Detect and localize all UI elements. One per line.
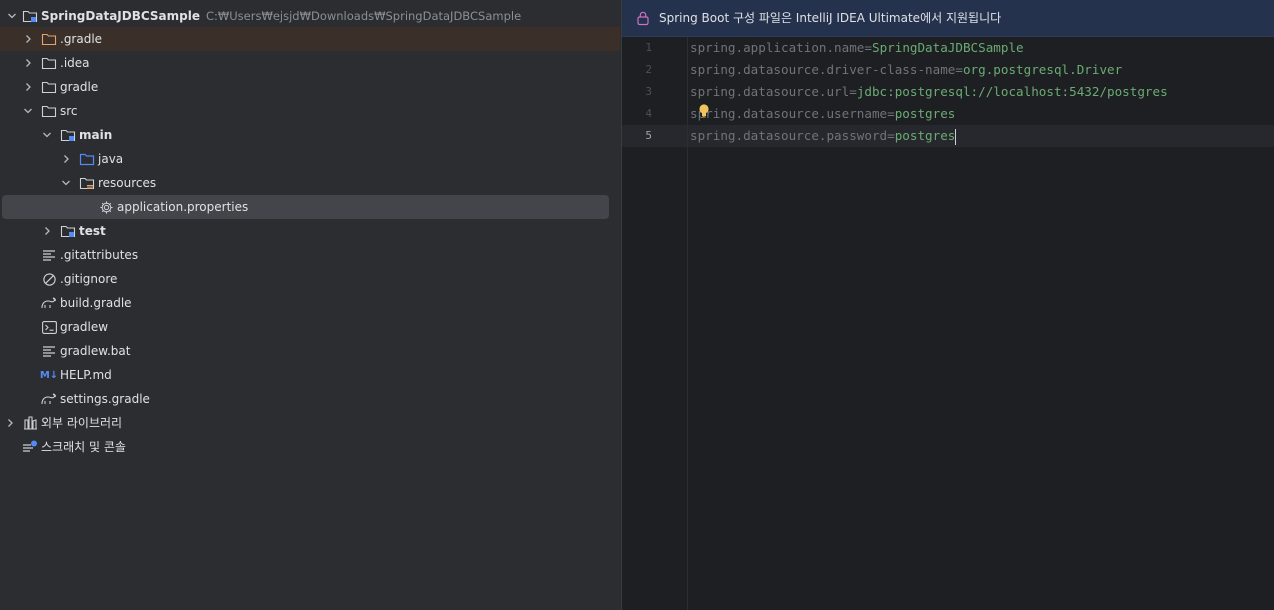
property-value: org.postgresql.Driver — [962, 62, 1123, 77]
tree-item-label: test — [79, 224, 106, 238]
scratches-icon — [22, 439, 38, 455]
tree-item-label: 스크래치 및 콘솔 — [41, 440, 126, 454]
tree-item-application-properties[interactable]: application.properties — [2, 195, 609, 219]
editor-panel: Spring Boot 구성 파일은 IntelliJ IDEA Ultimat… — [621, 0, 1274, 610]
tree-item-label: build.gradle — [60, 296, 132, 310]
tree-item-label: settings.gradle — [60, 392, 150, 406]
lightbulb-icon[interactable] — [698, 103, 710, 122]
tree-item-label: .gitattributes — [60, 248, 139, 262]
tree-item-label: resources — [98, 176, 157, 190]
tree-item-label: gradlew — [60, 320, 109, 334]
code-line[interactable]: spring.datasource.driver-class-name=org.… — [690, 59, 1122, 81]
tree-item-gradlew[interactable]: gradlew — [0, 315, 620, 339]
text-file-icon — [41, 247, 57, 263]
chevron-right-icon[interactable] — [20, 79, 36, 95]
tree-item-gitignore[interactable]: .gitignore — [0, 267, 620, 291]
folder-icon — [41, 55, 57, 71]
code-line[interactable]: spring.application.name=SpringDataJDBCSa… — [690, 37, 1024, 59]
module-folder-icon — [60, 127, 76, 143]
tree-item-resources[interactable]: resources — [0, 171, 620, 195]
chevron-right-icon[interactable] — [2, 415, 18, 431]
tree-item-label: .idea — [60, 56, 90, 70]
chevron-right-icon[interactable] — [20, 55, 36, 71]
ultimate-notification-banner: Spring Boot 구성 파일은 IntelliJ IDEA Ultimat… — [622, 0, 1274, 37]
tree-item-label: java — [98, 152, 124, 166]
tree-item-gradlew-bat[interactable]: gradlew.bat — [0, 339, 620, 363]
property-key: spring.application.name= — [690, 40, 872, 55]
tree-item-idea[interactable]: .idea — [0, 51, 620, 75]
line-number: 4 — [645, 107, 652, 120]
project-name: SpringDataJDBCSample — [41, 9, 200, 23]
property-key: spring.datasource.username= — [690, 106, 895, 121]
tree-item-label: gradlew.bat — [60, 344, 131, 358]
property-key: spring.datasource.password= — [690, 128, 895, 143]
property-value: postgres — [894, 128, 956, 143]
tree-item-label: .gitignore — [60, 272, 118, 286]
excluded-folder-icon — [41, 31, 57, 47]
tree-item-label: 외부 라이브러리 — [41, 416, 123, 430]
tree-item-label: HELP.md — [60, 368, 112, 382]
source-folder-icon — [79, 151, 95, 167]
property-value: postgres — [894, 106, 956, 121]
code-line[interactable]: spring.datasource.username=postgres — [690, 103, 955, 125]
tree-item-src[interactable]: src — [0, 99, 620, 123]
tree-item-label: application.properties — [117, 200, 249, 214]
resources-folder-icon — [79, 175, 95, 191]
gradle-elephant-icon — [41, 391, 57, 407]
text-file-icon — [41, 343, 57, 359]
tree-item-help-md[interactable]: M↓ HELP.md — [0, 363, 620, 387]
tree-root-row[interactable]: SpringDataJDBCSample C:₩Users₩ejsjd₩Downl… — [0, 4, 620, 28]
tree-item-label: main — [79, 128, 113, 142]
line-number: 2 — [645, 63, 652, 76]
terminal-icon — [41, 319, 57, 335]
tree-item-settings-gradle[interactable]: settings.gradle — [0, 387, 620, 411]
tree-item-java[interactable]: java — [0, 147, 620, 171]
folder-icon — [41, 103, 57, 119]
lock-icon — [636, 10, 650, 29]
chevron-right-icon[interactable] — [39, 223, 55, 239]
tree-item-gradle[interactable]: gradle — [0, 75, 620, 99]
tree-item-dot-gradle[interactable]: .gradle — [0, 27, 620, 51]
project-path: C:₩Users₩ejsjd₩Downloads₩SpringDataJDBCS… — [205, 9, 522, 23]
line-number: 1 — [645, 41, 652, 54]
chevron-down-icon[interactable] — [4, 8, 20, 24]
tree-item-label: .gradle — [60, 32, 103, 46]
module-folder-icon — [60, 223, 76, 239]
chevron-down-icon[interactable] — [58, 175, 74, 191]
tree-item-build-gradle[interactable]: build.gradle — [0, 291, 620, 315]
chevron-right-icon[interactable] — [20, 31, 36, 47]
tree-item-gitattributes[interactable]: .gitattributes — [0, 243, 620, 267]
text-caret — [955, 128, 957, 145]
tree-item-label: src — [60, 104, 78, 118]
line-number: 5 — [645, 129, 652, 142]
tree-item-scratches[interactable]: 스크래치 및 콘솔 — [0, 435, 620, 459]
gear-icon — [98, 199, 114, 215]
property-key: spring.datasource.driver-class-name= — [690, 62, 963, 77]
code-line[interactable]: spring.datasource.password=postgres — [690, 125, 957, 147]
property-value: jdbc:postgresql://localhost:5432/postgre… — [856, 84, 1168, 99]
markdown-icon: M↓ — [39, 369, 59, 381]
property-key: spring.datasource.url= — [690, 84, 857, 99]
library-icon — [22, 415, 38, 431]
line-number: 3 — [645, 85, 652, 98]
tree-item-main[interactable]: main — [0, 123, 620, 147]
tree-item-label: gradle — [60, 80, 99, 94]
chevron-down-icon[interactable] — [20, 103, 36, 119]
module-folder-icon — [22, 8, 38, 24]
chevron-down-icon[interactable] — [39, 127, 55, 143]
folder-icon — [41, 79, 57, 95]
tree-item-test[interactable]: test — [0, 219, 620, 243]
code-line[interactable]: spring.datasource.url=jdbc:postgresql://… — [690, 81, 1168, 103]
banner-text: Spring Boot 구성 파일은 IntelliJ IDEA Ultimat… — [659, 11, 1002, 25]
property-value: SpringDataJDBCSample — [871, 40, 1024, 55]
tree-item-external-libraries[interactable]: 외부 라이브러리 — [0, 411, 620, 435]
project-tree: SpringDataJDBCSample C:₩Users₩ejsjd₩Downl… — [0, 0, 620, 610]
gradle-elephant-icon — [41, 295, 57, 311]
chevron-right-icon[interactable] — [58, 151, 74, 167]
ignore-icon — [41, 271, 57, 287]
